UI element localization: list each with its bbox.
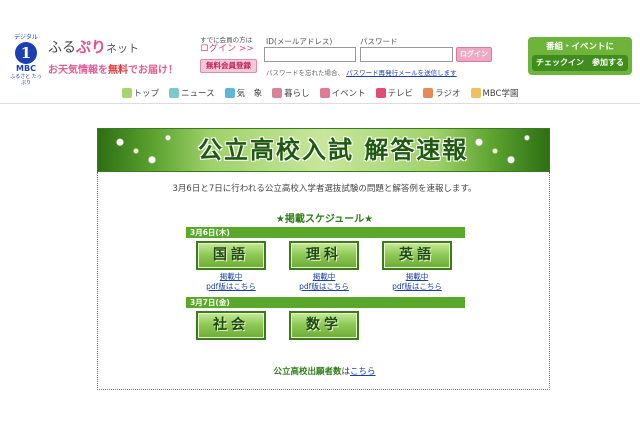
- event-title: 番組・イベントに: [545, 42, 614, 52]
- reset-password-link[interactable]: パスワード再発行メールを送信します: [346, 69, 457, 77]
- mbc-logo[interactable]: デジタル 1 MBC ふるさと たっぷり: [8, 34, 44, 86]
- brand-accent: ぷり: [76, 38, 107, 56]
- forgot-password: パスワードを忘れた場合、 パスワード再発行メールを送信します: [266, 67, 457, 77]
- day-header-mar6: 3月6日(木): [186, 227, 465, 238]
- nav-item-event[interactable]: イベント: [319, 87, 366, 99]
- logo-channel-number: 1: [15, 42, 37, 64]
- nav-item-label: ニュース: [181, 88, 215, 99]
- nav-item-radio[interactable]: ラジオ: [423, 87, 461, 99]
- content-box: 3月6日と7日に行われる公立高校入学者選抜試験の問題と解答例を速報します。 ★掲…: [97, 172, 550, 390]
- brand-prefix: ふる: [48, 40, 76, 56]
- forgot-text: パスワードを忘れた場合、: [266, 69, 344, 77]
- nav-item-label: MBC学園: [482, 88, 519, 99]
- nav-square-icon: [272, 87, 283, 98]
- nav-item-tv[interactable]: テレビ: [375, 87, 414, 99]
- nav-item-label: イベント: [331, 88, 366, 99]
- tagline-post: でお届け！: [128, 65, 178, 76]
- nav-square-icon: [470, 87, 481, 98]
- applicants-count-link[interactable]: こちら: [350, 367, 376, 377]
- password-label: パスワード: [360, 37, 398, 46]
- science-status-link[interactable]: 掲載中: [289, 272, 359, 282]
- nav-item-label: 気 象: [236, 88, 263, 99]
- main-content: 公立高校入試 解答速報 3月6日と7日に行われる公立高校入学者選抜試験の問題と解…: [97, 128, 550, 390]
- subject-science-button[interactable]: 理科: [289, 241, 359, 270]
- schedule-title: ★掲載スケジュール★: [275, 214, 374, 225]
- brand-name[interactable]: ふるぷりネット: [48, 36, 196, 57]
- applicants-count-line: 公立高校出願者数はこちら: [98, 365, 551, 377]
- japanese-pdf-link[interactable]: pdf版はこちら: [196, 282, 266, 292]
- applicants-count-label: 公立高校出願者数: [273, 367, 342, 377]
- nav-square-icon: [224, 87, 235, 98]
- english-status-link[interactable]: 掲載中: [382, 272, 452, 282]
- id-input[interactable]: [264, 47, 356, 62]
- id-label: ID(メールアドレス): [266, 37, 333, 46]
- event-box: 番組・イベントに チェックイン 参加する: [528, 37, 632, 75]
- nav-item-label: 暮らし: [284, 88, 310, 99]
- nav-item-label: トップ: [133, 88, 160, 99]
- nav-item-label: テレビ: [387, 88, 414, 99]
- brand-box: ふるぷりネット お天気情報を無料でお届け！: [48, 36, 196, 78]
- nav-item-living[interactable]: 暮らし: [272, 87, 310, 99]
- page-banner: 公立高校入試 解答速報: [97, 128, 550, 172]
- nav-item-news[interactable]: ニュース: [169, 87, 215, 99]
- subject-english-button[interactable]: 英語: [382, 241, 452, 270]
- page-title: 公立高校入試 解答速報: [198, 135, 469, 164]
- nav-item-top[interactable]: トップ: [121, 87, 160, 99]
- checkin-button[interactable]: チェックイン 参加する: [532, 55, 628, 71]
- member-note: すでに会員の方は: [200, 36, 253, 44]
- login-form: ID(メールアドレス) パスワード ログイン パスワードを忘れた場合、 パスワー…: [264, 36, 494, 78]
- science-pdf-link[interactable]: pdf版はこちら: [289, 282, 359, 292]
- logo-digital-text: デジタル: [14, 34, 38, 41]
- english-pdf-link[interactable]: pdf版はこちら: [382, 282, 452, 292]
- login-button[interactable]: ログイン: [456, 47, 492, 62]
- nav-square-icon: [169, 87, 180, 98]
- logo-mbc-text: MBC: [16, 64, 36, 73]
- main-nav: トップ ニュース 気 象 暮らし イベント テレビ ラジオ MBC学園: [0, 82, 640, 104]
- subject-social-button[interactable]: 社会: [196, 311, 266, 340]
- subject-math-button[interactable]: 数学: [289, 311, 359, 340]
- login-link[interactable]: ログイン >>: [200, 44, 260, 55]
- japanese-status-link[interactable]: 掲載中: [196, 272, 266, 282]
- nav-square-icon: [319, 87, 330, 98]
- tagline-highlight: 無料: [108, 65, 128, 76]
- nav-item-label: ラジオ: [435, 88, 461, 99]
- member-box: すでに会員の方は ログイン >> 無料会員登録: [200, 36, 260, 78]
- intro-text: 3月6日と7日に行われる公立高校入学者選抜試験の問題と解答例を速報します。: [172, 184, 477, 194]
- nav-square-icon: [423, 87, 434, 98]
- tagline-pre: お天気情報を: [48, 65, 108, 76]
- nav-item-weather[interactable]: 気 象: [224, 87, 263, 99]
- day-header-mar7: 3月7日(金): [186, 297, 465, 308]
- password-input[interactable]: [360, 47, 453, 62]
- free-register-button[interactable]: 無料会員登録: [200, 59, 257, 73]
- subject-japanese-button[interactable]: 国語: [196, 241, 266, 270]
- nav-square-icon: [121, 87, 132, 98]
- brand-suffix: ネット: [106, 42, 140, 55]
- nav-item-mbc-gakuen[interactable]: MBC学園: [470, 87, 519, 99]
- applicants-count-mid: は: [341, 367, 350, 377]
- brand-tagline[interactable]: お天気情報を無料でお届け！: [48, 61, 196, 76]
- nav-square-icon: [375, 87, 386, 98]
- site-header: デジタル 1 MBC ふるさと たっぷり ふるぷりネット お天気情報を無料でお届…: [0, 0, 640, 86]
